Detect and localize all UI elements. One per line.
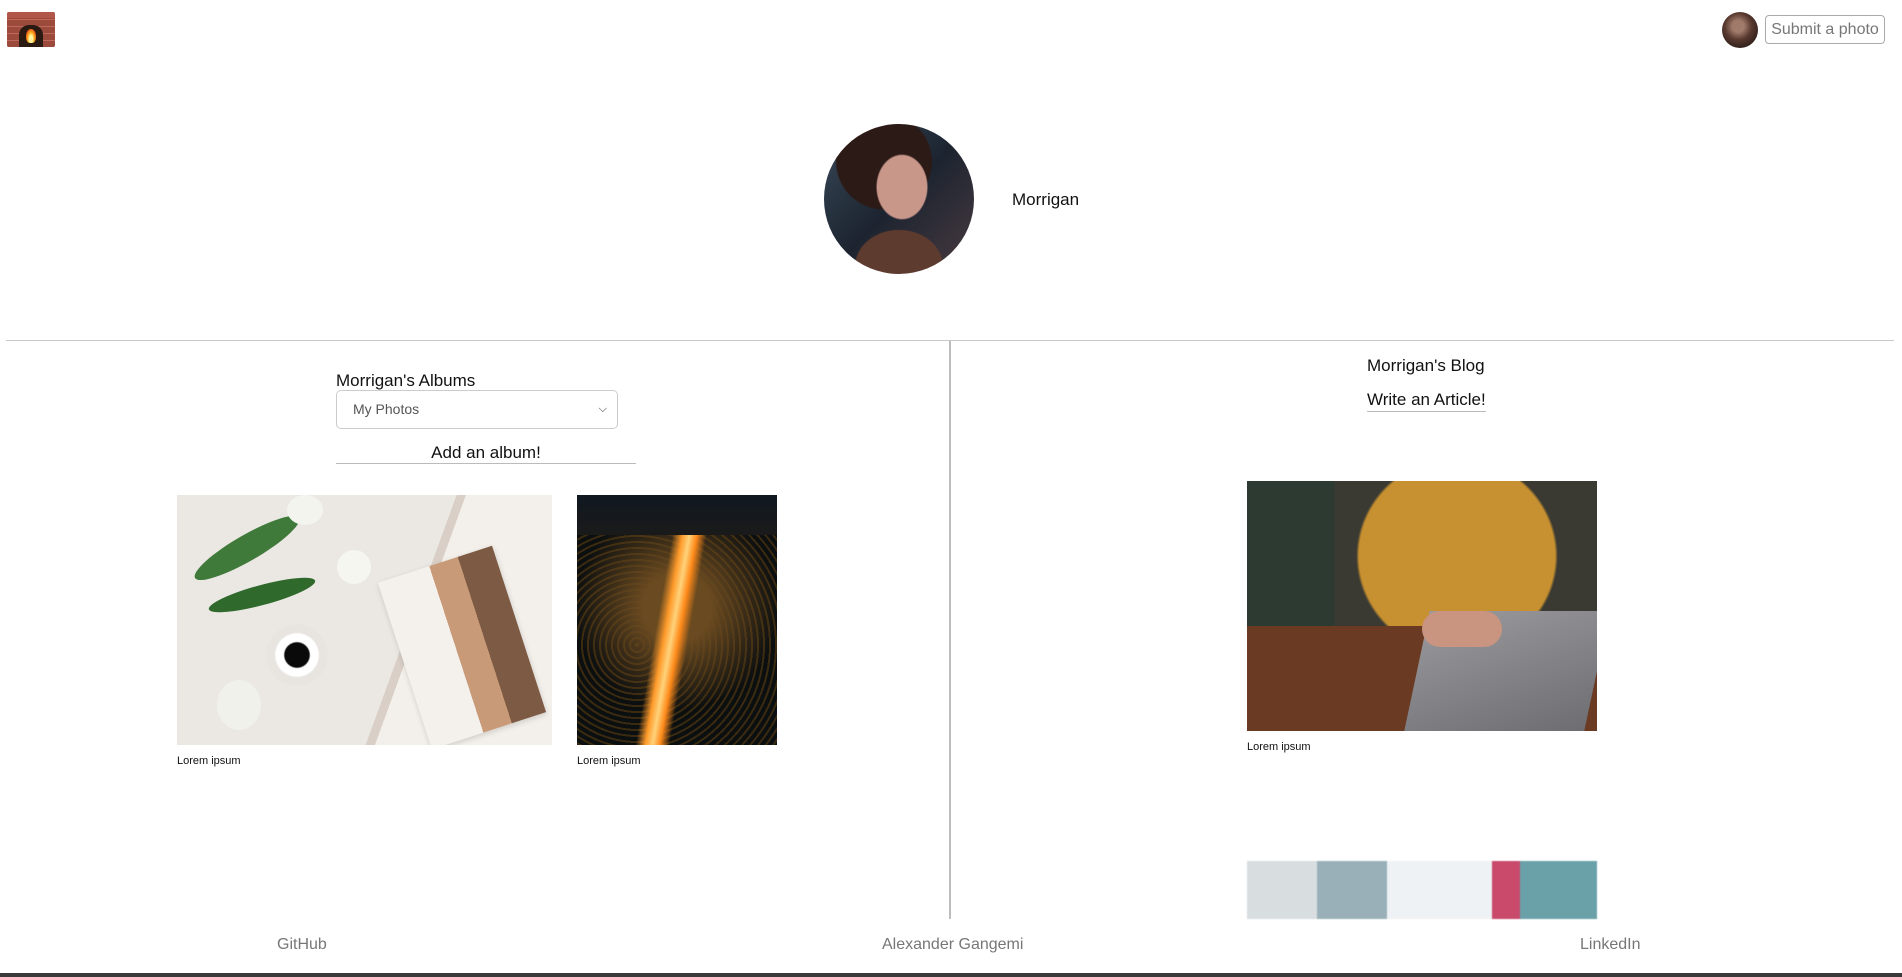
photo-detail (337, 550, 371, 584)
album-select-value: My Photos (353, 401, 420, 417)
window-bottom-edge (0, 973, 1902, 977)
column-divider (949, 341, 951, 919)
fireplace-logo-icon[interactable] (7, 12, 55, 47)
photo-detail (1422, 611, 1502, 647)
photo-detail (206, 571, 318, 619)
photo-detail (188, 506, 306, 590)
user-avatar[interactable] (1722, 12, 1758, 48)
photo-caption: Lorem ipsum (577, 755, 641, 767)
article-caption: Lorem ipsum (1247, 741, 1311, 753)
author-name: Alexander Gangemi (882, 936, 1024, 953)
album-photo[interactable] (177, 495, 552, 745)
article-image[interactable] (1247, 481, 1597, 731)
add-album-button[interactable]: Add an album! (336, 443, 636, 464)
photo-detail (377, 545, 547, 745)
photo-detail (217, 680, 261, 730)
album-select[interactable]: My Photos ⌵ (336, 390, 618, 429)
chevron-down-icon: ⌵ (598, 403, 607, 415)
blog-title: Morrigan's Blog (1367, 356, 1485, 375)
albums-title: Morrigan's Albums (336, 371, 476, 390)
submit-photo-button[interactable]: Submit a photo (1765, 15, 1885, 44)
photo-caption: Lorem ipsum (177, 755, 241, 767)
photo-detail (577, 495, 777, 535)
photo-detail (287, 495, 323, 525)
write-article-link[interactable]: Write an Article! (1367, 390, 1486, 412)
profile-avatar (824, 124, 974, 274)
linkedin-link[interactable]: LinkedIn (1580, 936, 1641, 954)
logo-flame (26, 29, 36, 43)
github-link[interactable]: GitHub (277, 936, 327, 954)
profile-name: Morrigan (1012, 190, 1080, 209)
article-image[interactable] (1247, 861, 1597, 919)
album-photo[interactable] (577, 495, 777, 745)
